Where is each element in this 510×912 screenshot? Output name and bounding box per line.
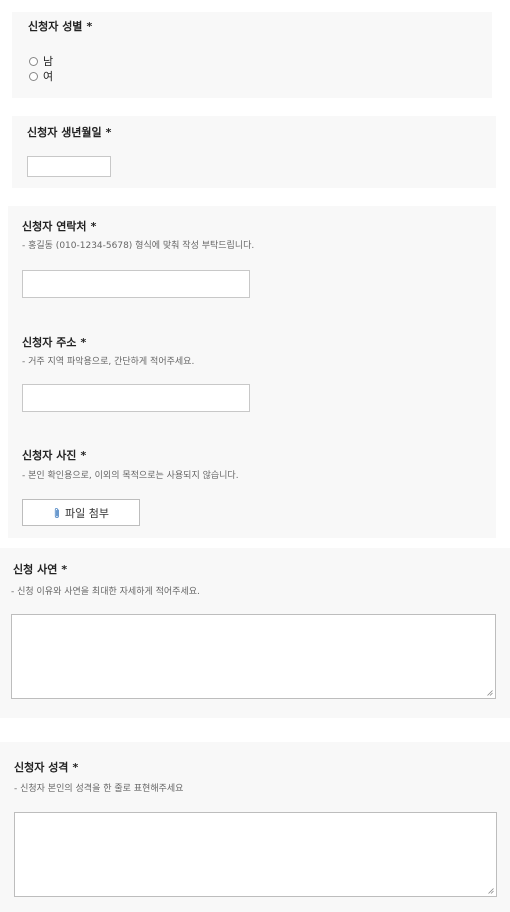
required-mark: * [86, 20, 93, 33]
required-mark: * [80, 449, 87, 462]
address-title-text: 신청자 주소 [22, 336, 77, 349]
personality-textarea[interactable] [14, 812, 497, 897]
gender-option-label: 여 [43, 70, 54, 83]
reason-title: 신청 사연 * [13, 561, 67, 577]
contact-title: 신청자 연락처 * [22, 218, 96, 234]
required-mark: * [80, 336, 87, 349]
resize-handle-icon[interactable] [487, 690, 493, 696]
gender-title-text: 신청자 성별 [28, 20, 83, 33]
required-mark: * [61, 563, 68, 576]
radio-button[interactable] [29, 71, 38, 81]
contact-address-photo-section: 신청자 연락처 * - 홍길동 (010-1234-5678) 형식에 맞춰 작성… [8, 206, 496, 538]
required-mark: * [72, 761, 79, 774]
photo-help: - 본인 확인용으로, 이외의 목적으로는 사용되지 않습니다. [22, 471, 239, 481]
required-mark: * [90, 220, 97, 233]
contact-help: - 홍길동 (010-1234-5678) 형식에 맞춰 작성 부탁드립니다. [22, 241, 255, 251]
photo-title-text: 신청자 사진 [22, 449, 77, 462]
resize-handle-icon[interactable] [488, 888, 494, 894]
birth-title-text: 신청자 생년월일 [27, 126, 102, 139]
address-title: 신청자 주소 * [22, 334, 86, 350]
personality-title-text: 신청자 성격 [14, 761, 69, 774]
required-mark: * [105, 126, 112, 139]
gender-option-female[interactable]: 여 [29, 68, 53, 84]
personality-section: 신청자 성격 * - 신청자 본인의 성격을 한 줄로 표현해주세요 [0, 742, 510, 912]
paperclip-icon [54, 507, 59, 518]
file-attach-label: 파일 첨부 [65, 506, 109, 520]
reason-help: - 신청 이유와 사연을 최대한 자세하게 적어주세요. [11, 587, 200, 597]
reason-title-text: 신청 사연 [13, 563, 58, 576]
gender-title: 신청자 성별 * [28, 18, 92, 34]
reason-section: 신청 사연 * - 신청 이유와 사연을 최대한 자세하게 적어주세요. [0, 548, 510, 718]
birth-section: 신청자 생년월일 * [12, 116, 496, 188]
photo-title: 신청자 사진 * [22, 447, 86, 463]
personality-help: - 신청자 본인의 성격을 한 줄로 표현해주세요 [14, 784, 184, 794]
birth-title: 신청자 생년월일 * [27, 124, 111, 140]
contact-input[interactable] [22, 270, 250, 298]
gender-section: 신청자 성별 * 남 여 [12, 12, 492, 98]
gender-option-label: 남 [43, 55, 54, 68]
file-attach-button[interactable]: 파일 첨부 [22, 499, 140, 526]
address-input[interactable] [22, 384, 250, 412]
contact-title-text: 신청자 연락처 [22, 220, 87, 233]
reason-textarea[interactable] [11, 614, 496, 699]
radio-button[interactable] [29, 56, 38, 66]
birthdate-input[interactable] [27, 156, 111, 177]
personality-title: 신청자 성격 * [14, 759, 78, 775]
gender-option-male[interactable]: 남 [29, 53, 53, 69]
address-help: - 거주 지역 파악용으로, 간단하게 적어주세요. [22, 357, 195, 367]
